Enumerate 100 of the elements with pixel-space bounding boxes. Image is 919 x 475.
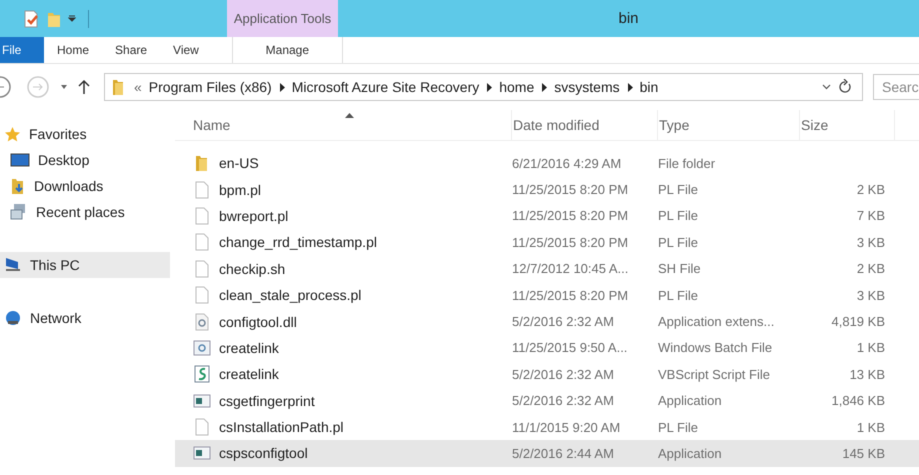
settings-file-icon [193, 312, 211, 331]
dropdown-icon[interactable] [60, 84, 68, 90]
file-name: csInstallationPath.pl [219, 419, 344, 436]
batch-file-icon [193, 338, 211, 357]
file-type: Windows Batch File [658, 340, 774, 356]
sort-arrow-icon [345, 113, 354, 118]
properties-icon[interactable] [22, 10, 40, 28]
column-header[interactable]: Date modified [512, 110, 658, 140]
date-modified: 5/2/2016 2:44 AM [512, 446, 615, 461]
file-name: createlink [219, 340, 279, 356]
dropdown-icon[interactable] [68, 14, 76, 22]
file-name: en-US [219, 155, 259, 172]
breadcrumb-arrow-icon[interactable] [626, 82, 633, 92]
file-icon [193, 180, 211, 199]
file-icon [193, 206, 211, 225]
date-modified: 12/7/2012 10:45 A... [512, 261, 630, 276]
date-modified: 5/2/2016 2:32 AM [512, 366, 615, 382]
date-modified: 11/25/2015 8:20 PM [512, 234, 630, 250]
breadcrumb[interactable]: Microsoft Azure Site Recovery [292, 79, 480, 95]
file-size: 3 KB [856, 288, 885, 303]
file-type: Application [658, 446, 723, 461]
file-name: cspsconfigtool [219, 445, 308, 462]
file-row[interactable]: en-US 6/21/2016 4:29 AM File folder [175, 150, 919, 176]
date-modified: 11/1/2015 9:20 AM [512, 420, 622, 435]
date-modified: 11/25/2015 9:50 A... [512, 340, 628, 356]
column-header[interactable]: Size [800, 110, 895, 140]
file-type: PL File [658, 420, 699, 435]
file-type: SH File [658, 261, 702, 276]
file-row[interactable]: cspsconfigtool 5/2/2016 2:44 AM Application 145 KB [175, 440, 919, 467]
breadcrumb[interactable]: home [499, 79, 534, 95]
file-icon [193, 418, 211, 436]
file-size: 1,846 KB [832, 393, 885, 408]
file-name: bwreport.pl [219, 208, 288, 224]
sidebar-item[interactable]: Downloads [0, 173, 170, 199]
file-icon [193, 260, 211, 278]
search-field[interactable]: Searc [873, 74, 919, 100]
refresh-icon[interactable] [838, 79, 852, 95]
file-row[interactable]: change_rrd_timestamp.pl 11/25/2015 8:20 PM PL File 3 KB [175, 229, 919, 256]
file-icon [193, 233, 211, 252]
file-type: VBScript Script File [658, 366, 771, 382]
file-size: 2 KB [856, 261, 885, 276]
date-modified: 6/21/2016 4:29 AM [512, 156, 622, 171]
column-header[interactable]: Type [658, 110, 800, 140]
address-bar[interactable]: « Program Files (x86) Microsoft Azure Site Recovery home svsystems bin [104, 73, 863, 101]
dropdown-icon[interactable] [822, 84, 831, 90]
sidebar-item[interactable]: Recent places [0, 199, 170, 225]
file-name: createlink [219, 366, 279, 382]
ribbon-tab[interactable]: Manage [232, 37, 343, 63]
sidebar-item[interactable]: Network [0, 305, 170, 331]
file-row[interactable]: createlink 11/25/2015 9:50 A... Windows Batch File 1 KB [175, 334, 919, 362]
monitor-icon [10, 152, 30, 168]
file-size: 1 KB [856, 420, 885, 435]
file-size: 13 KB [850, 366, 885, 382]
sidebar-item[interactable]: Favorites [0, 121, 170, 147]
file-row[interactable]: createlink 5/2/2016 2:32 AM VBScript Script File 13 KB [175, 361, 919, 388]
file-row[interactable]: csgetfingerprint 5/2/2016 2:32 AM Application 1,846 KB [175, 388, 919, 414]
file-icon [193, 286, 211, 304]
computer-icon [4, 257, 22, 273]
star-icon [4, 126, 21, 142]
file-row[interactable]: bpm.pl 11/25/2015 8:20 PM PL File 2 KB [175, 176, 919, 203]
file-name: csgetfingerprint [219, 392, 315, 409]
file-name: configtool.dll [219, 314, 297, 330]
file-type: Application [658, 393, 723, 408]
breadcrumb-arrow-icon[interactable] [486, 82, 492, 92]
script-file-icon [193, 365, 211, 384]
back-button-icon[interactable] [0, 75, 12, 99]
file-type: PL File [658, 182, 699, 198]
breadcrumb[interactable]: bin [640, 79, 658, 95]
file-row[interactable]: configtool.dll 5/2/2016 2:32 AM Application extens... 4,819 KB [175, 308, 919, 335]
breadcrumb[interactable]: svsystems [554, 79, 620, 95]
file-name: clean_stale_process.pl [219, 287, 362, 304]
date-modified: 11/25/2015 8:20 PM [512, 182, 630, 198]
file-size: 3 KB [856, 234, 885, 250]
file-size: 145 KB [842, 446, 885, 461]
file-size: 1 KB [856, 340, 885, 356]
breadcrumb[interactable]: Program Files (x86) [148, 79, 272, 95]
sidebar-item[interactable]: Desktop [0, 147, 170, 173]
window-title: bin [617, 9, 640, 29]
file-row[interactable]: csInstallationPath.pl 11/1/2015 9:20 AM PL File 1 KB [175, 414, 919, 440]
file-type: Application extens... [658, 314, 776, 330]
file-type: File folder [658, 156, 716, 171]
up-arrow-icon[interactable] [78, 79, 90, 95]
file-name: checkip.sh [219, 260, 286, 277]
breadcrumb-arrow-icon[interactable] [278, 82, 285, 92]
application-icon [193, 392, 211, 409]
overflow-chevron[interactable]: « [134, 79, 142, 95]
file-row[interactable]: checkip.sh 12/7/2012 10:45 A... SH File 2 KB [175, 256, 919, 282]
file-type: PL File [658, 234, 699, 250]
date-modified: 11/25/2015 8:20 PM [512, 288, 630, 303]
file-menu-tab[interactable]: File [0, 37, 44, 63]
date-modified: 11/25/2015 8:20 PM [512, 208, 630, 224]
file-size: 2 KB [856, 182, 885, 198]
context-tab-header: Application Tools [227, 0, 338, 37]
file-row[interactable]: clean_stale_process.pl 11/25/2015 8:20 PM PL File 3 KB [175, 282, 919, 308]
breadcrumb-arrow-icon[interactable] [541, 82, 548, 92]
file-size: 4,819 KB [832, 314, 885, 330]
application-icon [193, 445, 211, 462]
file-row[interactable]: bwreport.pl 11/25/2015 8:20 PM PL File 7 KB [175, 202, 919, 230]
network-icon [4, 309, 22, 327]
sidebar-item[interactable]: This PC [0, 252, 170, 278]
